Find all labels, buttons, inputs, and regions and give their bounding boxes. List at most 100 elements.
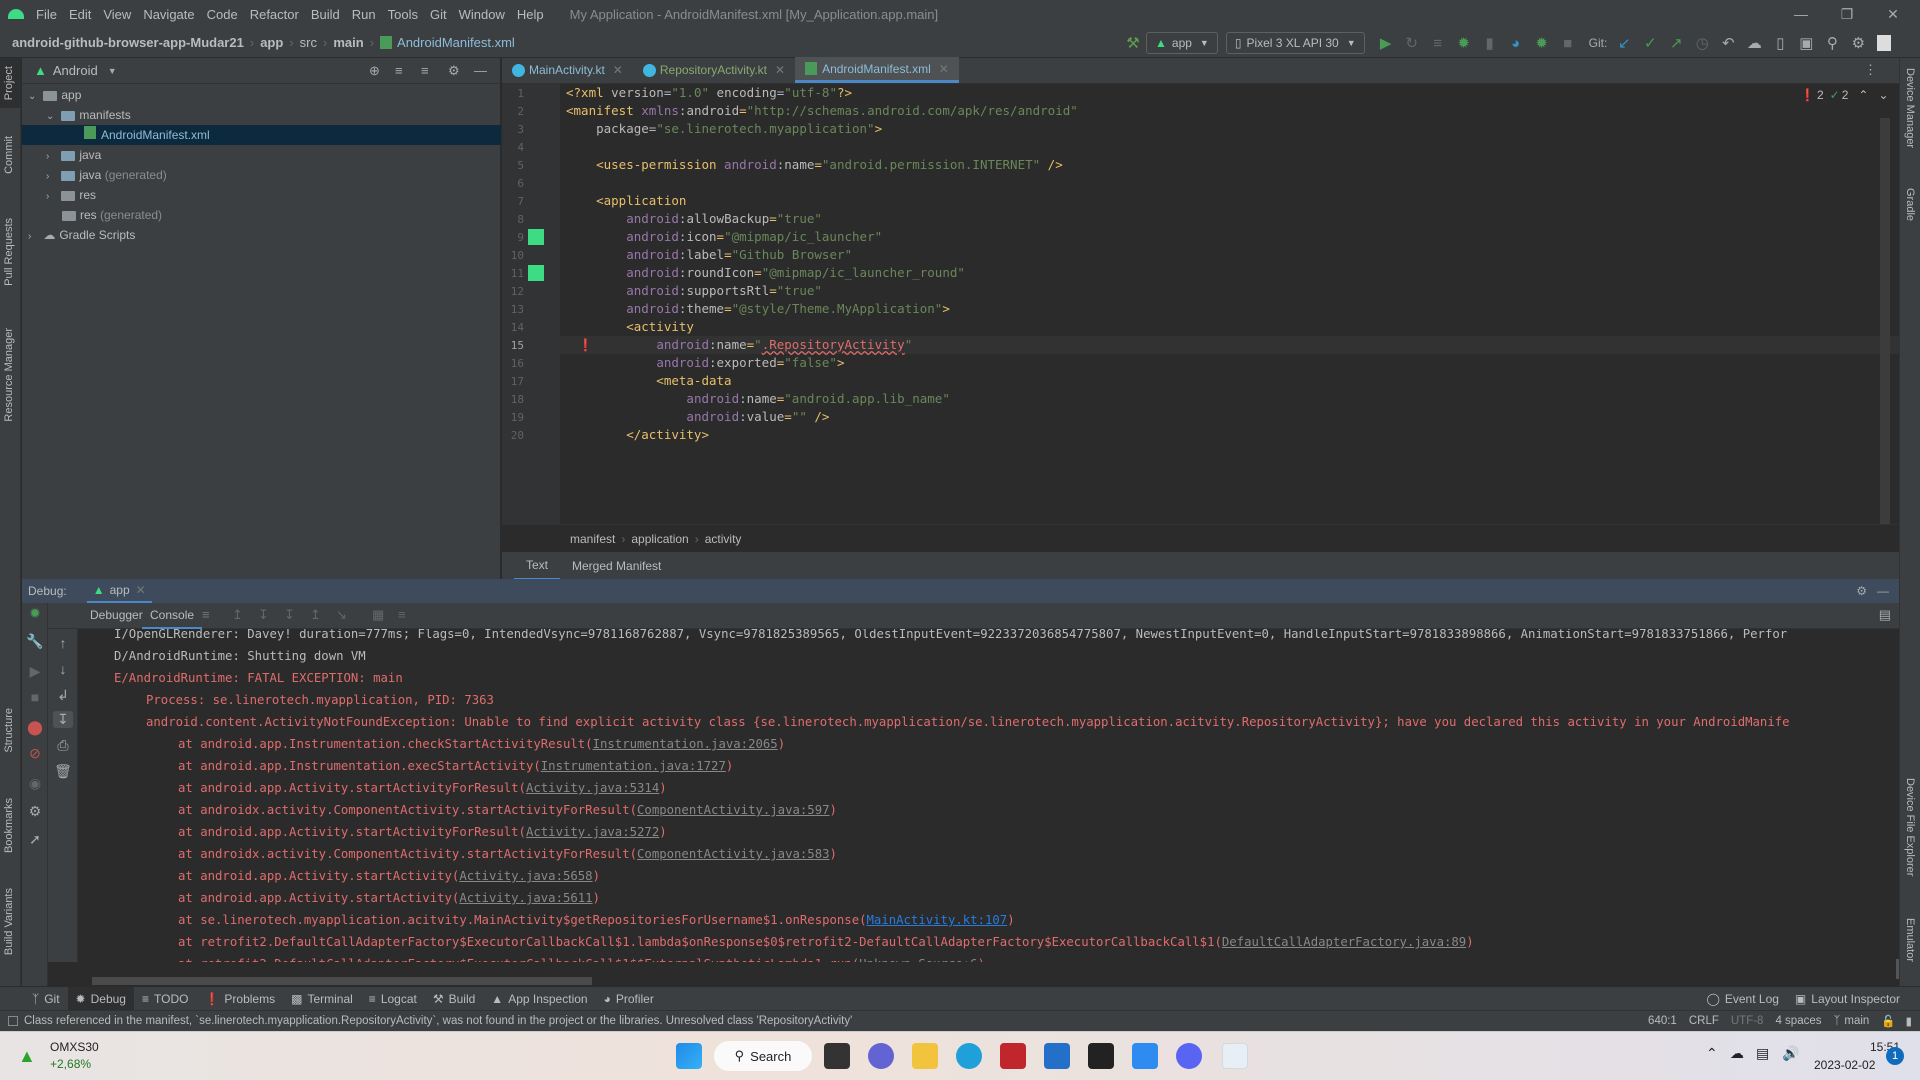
settings-gear-icon[interactable]: ⚙ [1845,30,1871,56]
options-gear-icon[interactable]: ⚙ [448,63,460,79]
run-to-cursor-icon[interactable]: ↘ [336,607,347,623]
debug-bug-icon[interactable]: ✹ [25,605,45,622]
stack-trace-link[interactable]: Activity.java:5314 [526,781,659,795]
show-execution-point-icon[interactable]: ↥ [232,607,243,623]
stop-icon[interactable]: ■ [25,689,45,705]
console-scrollbar[interactable] [1896,959,1899,979]
stack-trace-link[interactable]: Instrumentation.java:2065 [593,737,778,751]
apply-changes-icon[interactable]: ↻ [1399,30,1425,56]
tool-tab-commit[interactable]: Commit [3,136,15,174]
tree-item-gradle-scripts[interactable]: › ☁ Gradle Scripts [22,225,501,245]
code-line[interactable]: </activity> [566,426,709,444]
attach-debugger-icon[interactable]: ▮ [1477,30,1503,56]
pin-icon[interactable]: ➚ [25,831,45,848]
more-tabs-icon[interactable]: ⋮ [1864,62,1877,78]
close-session-icon[interactable]: ✕ [136,583,146,597]
line-ending[interactable]: CRLF [1689,1015,1719,1027]
widget-name[interactable]: OMXS30 [50,1040,99,1054]
tool-tab-git[interactable]: ᛉ Git [24,987,68,1011]
menu-build[interactable]: Build [311,7,340,22]
evaluate-expression-icon[interactable]: ▦ [372,607,384,623]
crumb-activity[interactable]: activity [705,532,742,546]
stack-trace-link[interactable]: ComponentActivity.java:597 [637,803,830,817]
stack-trace-link[interactable]: Activity.java:5658 [459,869,592,883]
tool-tab-build[interactable]: ⚒ Build [425,987,483,1011]
error-bulb-icon[interactable]: ❗ [578,338,593,352]
tool-tab-logcat[interactable]: ≡ Logcat [361,987,425,1011]
taskbar-search[interactable]: ⚲ Search [714,1041,812,1071]
tool-tab-debug[interactable]: ✹ Debug [67,986,134,1011]
tool-tab-layout-inspector[interactable]: ▣ Layout Inspector [1787,987,1908,1011]
tool-tab-resource-manager[interactable]: Resource Manager [3,328,15,422]
git-rollback-icon[interactable]: ↶ [1715,30,1741,56]
code-line[interactable]: <manifest xmlns:android="http://schemas.… [566,102,1078,120]
menu-tools[interactable]: Tools [388,7,418,22]
tool-tab-device-file-explorer[interactable]: Device File Explorer [1904,778,1916,876]
tool-tab-terminal[interactable]: ▩ Terminal [283,987,361,1011]
search-everywhere-icon[interactable]: ⚲ [1819,30,1845,56]
edge-browser-icon[interactable] [956,1043,982,1069]
code-line[interactable]: android:exported="false"> [566,354,844,372]
layout-icon[interactable]: ≡ [202,607,210,622]
stack-trace-link[interactable]: Activity.java:5272 [526,825,659,839]
debug-settings-gear-icon[interactable]: ⚙ [1856,584,1867,598]
sticky-notes-icon[interactable] [1088,1043,1114,1069]
git-commit-icon[interactable]: ✓ [1637,30,1663,56]
console-horizontal-scrollbar[interactable] [92,977,592,985]
mute-breakpoints-icon[interactable]: ⊘ [25,745,45,762]
step-into-icon[interactable]: ↧ [284,607,295,623]
breadcrumb-file[interactable]: AndroidManifest.xml [397,35,515,50]
menu-refactor[interactable]: Refactor [250,7,299,22]
view-breakpoints-icon[interactable]: ⬤ [25,719,45,736]
tab-mainactivity[interactable]: MainActivity.kt ✕ [502,57,633,83]
tab-androidmanifest[interactable]: AndroidManifest.xml ✕ [795,57,959,83]
crumb-application[interactable]: application [631,532,688,546]
hide-panel-icon[interactable]: — [474,63,487,78]
run-icon[interactable]: ▶ [1373,30,1399,56]
code-line[interactable]: <meta-data [566,372,731,390]
code-area[interactable]: <?xml version="1.0" encoding="utf-8"?> <m… [502,84,1899,524]
chevron-down-icon[interactable]: ▼ [108,66,117,76]
crumb-manifest[interactable]: manifest [570,532,615,546]
code-line[interactable]: package="se.linerotech.myapplication"> [566,120,882,138]
stack-trace-link[interactable]: ComponentActivity.java:583 [637,847,830,861]
git-update-icon[interactable]: ↙ [1611,30,1637,56]
code-line[interactable]: <uses-permission android:name="android.p… [566,156,1063,174]
tool-tab-build-variants[interactable]: Build Variants [3,888,15,955]
caret-position[interactable]: 640:1 [1648,1015,1677,1027]
debug-icon[interactable]: ✹ [1451,30,1477,56]
tree-item-androidmanifest[interactable]: AndroidManifest.xml [22,125,501,145]
build-hammer-icon[interactable]: ⚒ [1120,30,1146,56]
maximize-button[interactable]: ❐ [1824,0,1870,28]
lock-icon[interactable]: 🔓 [1881,1014,1895,1028]
restore-layout-icon[interactable]: ▤ [1879,607,1891,623]
breadcrumb-src[interactable]: src [300,35,317,50]
code-line[interactable]: android:icon="@mipmap/ic_launcher" [566,228,882,246]
code-line[interactable]: <application [566,192,686,210]
stack-trace-link[interactable]: Unknown Source:6 [859,957,977,962]
breadcrumb-project[interactable]: android-github-browser-app-Mudar21 [12,35,244,50]
sdk-manager-icon[interactable]: ▣ [1793,30,1819,56]
profile-icon[interactable]: ◕ [1503,30,1529,56]
device-select[interactable]: ▯ Pixel 3 XL API 30 ▼ [1225,32,1365,54]
tool-tab-structure[interactable]: Structure [3,708,15,753]
menu-run[interactable]: Run [352,7,376,22]
code-line[interactable]: <?xml version="1.0" encoding="utf-8"?> [566,84,852,102]
stack-trace-link[interactable]: Activity.java:5611 [459,891,592,905]
stack-trace-link[interactable]: Instrumentation.java:1727 [541,759,726,773]
code-line[interactable]: android:name=".RepositoryActivity" [566,336,912,354]
discord-icon[interactable] [1176,1043,1202,1069]
menu-file[interactable]: File [36,7,57,22]
task-view-icon[interactable] [824,1043,850,1069]
tool-tab-event-log[interactable]: ◯ Event Log [1698,987,1786,1011]
tool-tab-todo[interactable]: ≡ TODO [134,987,196,1011]
toggle-tool-windows-icon[interactable] [8,1016,18,1026]
trace-icon[interactable]: ≡ [398,607,406,622]
code-line[interactable]: <activity [566,318,694,336]
tree-item-manifests[interactable]: ⌄ manifests [22,105,501,125]
tool-tab-project[interactable]: Project [3,66,15,100]
tool-tab-device-manager[interactable]: Device Manager [1904,68,1916,148]
mcafee-icon[interactable] [1000,1043,1026,1069]
breadcrumb-app[interactable]: app [260,35,283,50]
console-output[interactable]: I/OpenGLRenderer: Davey! duration=777ms;… [78,629,1899,962]
